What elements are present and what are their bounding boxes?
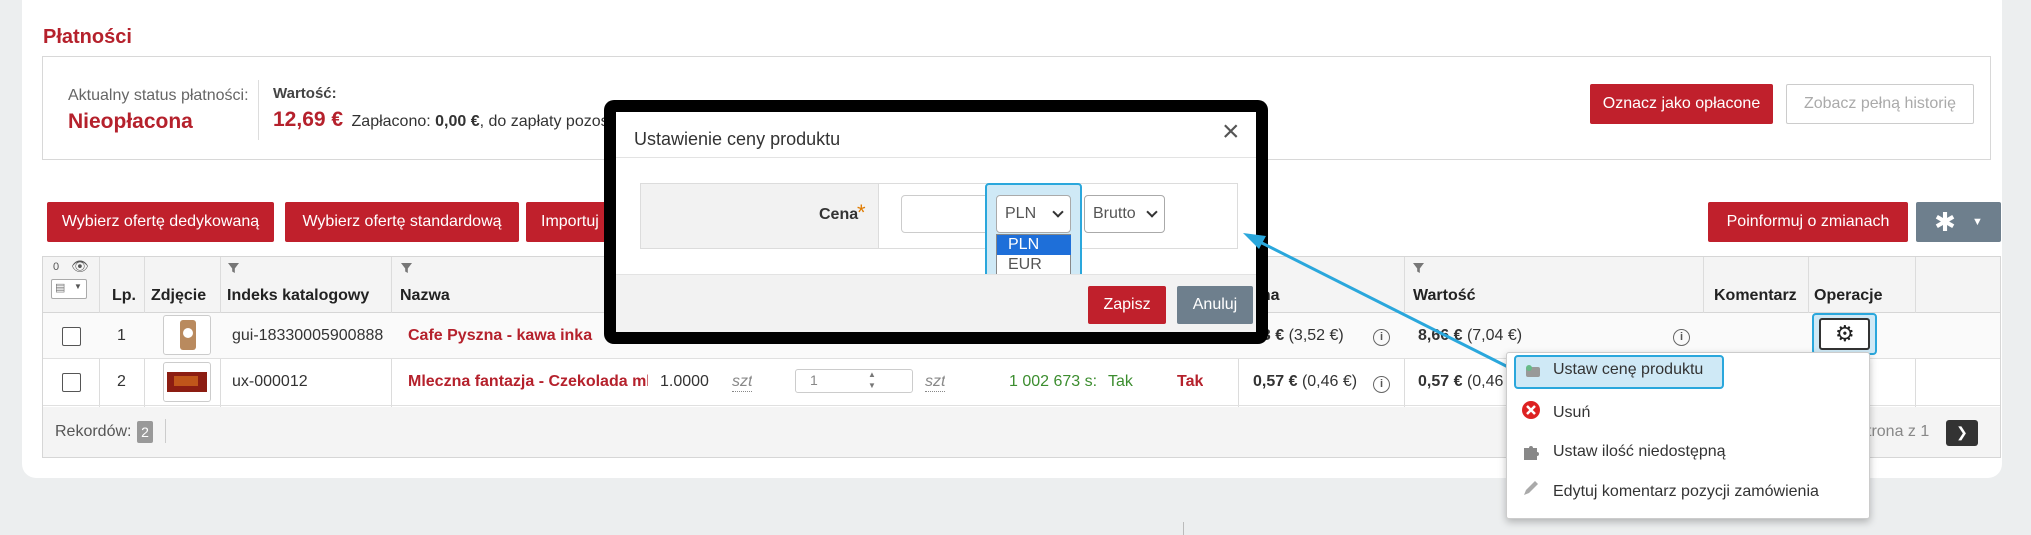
delete-icon xyxy=(1521,400,1541,420)
menu-item-delete[interactable]: Usuń xyxy=(1553,404,1590,422)
menu-item-set-price[interactable]: Ustaw cenę produktu xyxy=(1553,361,1703,379)
price-tag-icon xyxy=(1522,361,1542,381)
puzzle-icon xyxy=(1521,442,1541,462)
menu-item-set-unavailable-qty[interactable]: Ustaw ilość niedostępną xyxy=(1553,443,1726,461)
pencil-icon xyxy=(1521,478,1541,498)
menu-item-edit-comment[interactable]: Edytuj komentarz pozycji zamówienia xyxy=(1553,483,1819,501)
